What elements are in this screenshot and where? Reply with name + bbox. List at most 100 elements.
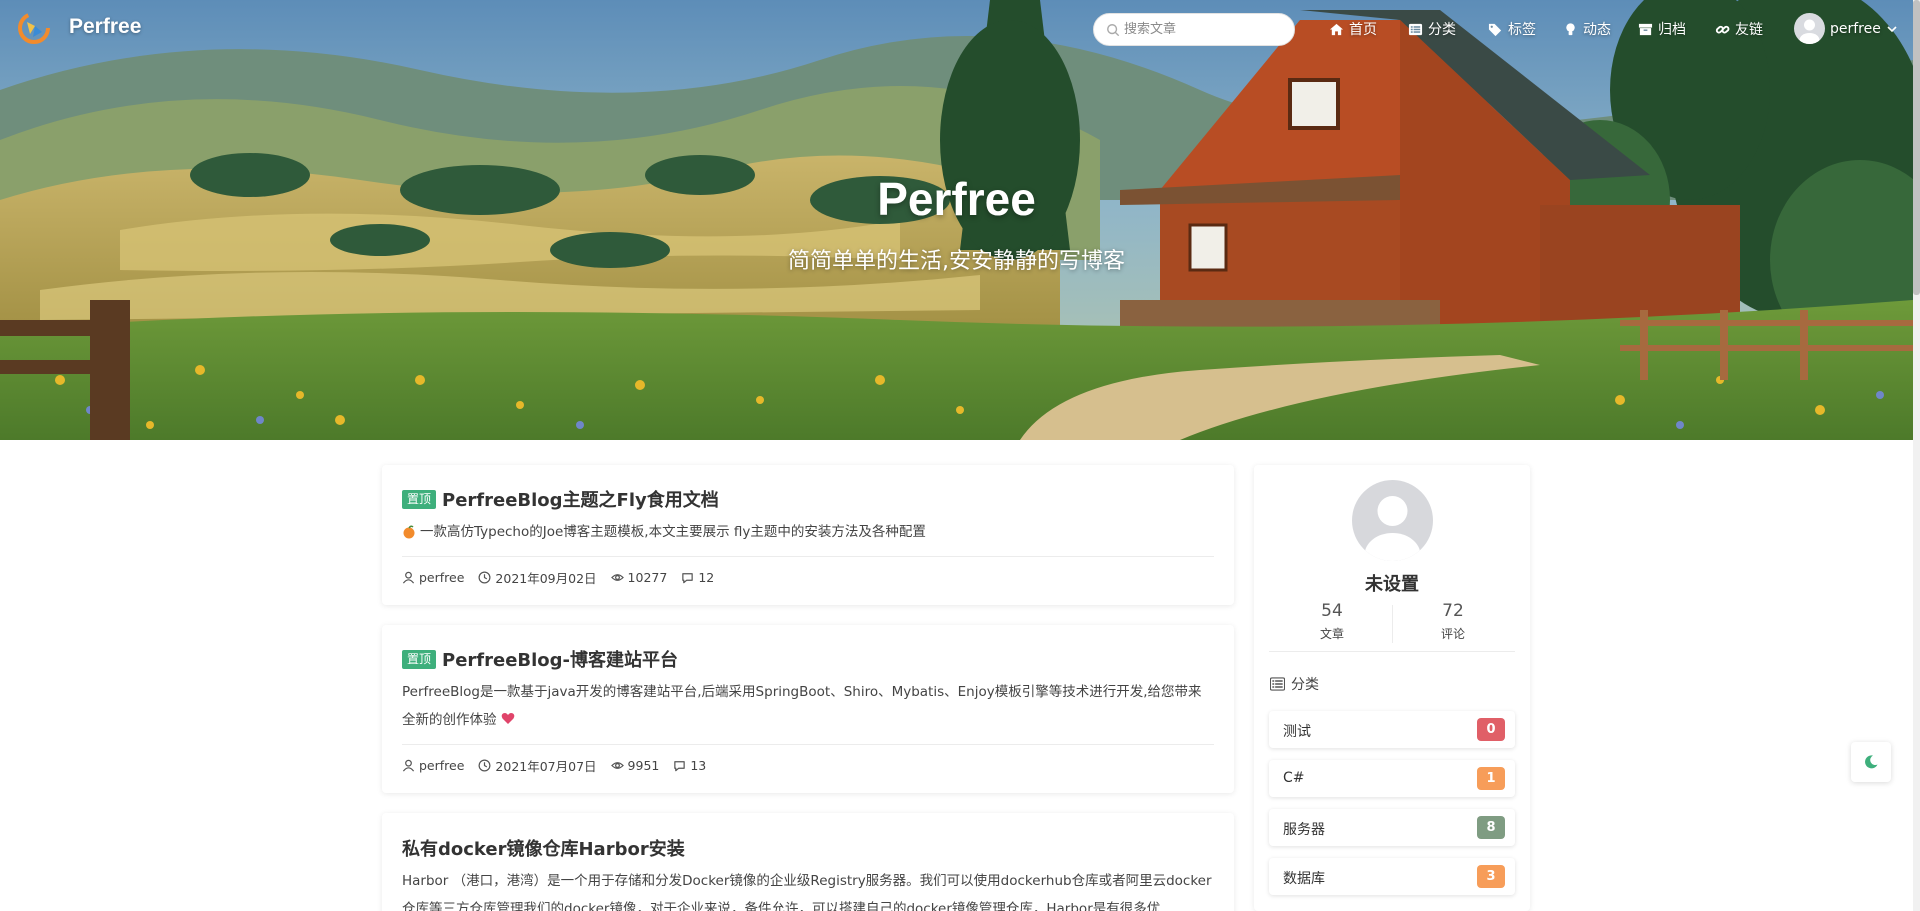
pinned-badge: 置顶 — [402, 489, 437, 509]
dark-mode-toggle-button[interactable] — [1851, 742, 1891, 782]
post-title-text: 私有docker镜像仓库Harbor安装 — [402, 839, 685, 860]
stat-value: 54 — [1321, 601, 1343, 621]
user-avatar-icon — [1799, 19, 1820, 44]
post-date-text: 2021年09月02日 — [495, 571, 597, 586]
user-icon — [402, 759, 415, 772]
home-icon — [1329, 23, 1344, 35]
eye-icon — [610, 762, 624, 769]
scrollbar-thumb[interactable] — [1913, 0, 1920, 295]
archive-icon — [1638, 23, 1653, 35]
perfree-logo-icon[interactable] — [18, 12, 50, 44]
post-meta: perfree 2021年09月02日 10277 12 — [402, 568, 714, 587]
category-item[interactable]: 测试 0 — [1269, 711, 1515, 748]
nav-item-label: 首页 — [1349, 22, 1377, 38]
category-heading: 分类 — [1270, 674, 1319, 694]
post-card[interactable]: 置顶 PerfreeBlog主题之Fly食用文档 一款高仿Typecho的Joe… — [382, 465, 1234, 605]
nav-item-moments[interactable]: 动态 — [1563, 20, 1611, 38]
nav-item-label: 分类 — [1428, 22, 1456, 38]
post-excerpt: 一款高仿Typecho的Joe博客主题模板,本文主要展示 fly主题中的安装方法… — [402, 518, 1214, 546]
category-item[interactable]: C# 1 — [1269, 760, 1515, 797]
post-comments-text: 12 — [698, 570, 715, 585]
nav-item-category[interactable]: 分类 — [1408, 20, 1456, 38]
avatar — [1794, 13, 1825, 44]
post-author[interactable]: perfree — [402, 570, 464, 585]
category-label: 数据库 — [1283, 871, 1325, 887]
pinned-badge: 置顶 — [402, 649, 437, 669]
post-date: 2021年07月07日 — [478, 756, 597, 775]
post-author[interactable]: perfree — [402, 758, 464, 773]
bulb-icon — [1566, 22, 1575, 35]
category-label: 测试 — [1283, 724, 1311, 740]
post-title-text: PerfreeBlog主题之Fly食用文档 — [442, 490, 719, 511]
link-icon — [1715, 25, 1730, 33]
eye-icon — [610, 574, 624, 581]
list-icon — [1408, 23, 1423, 35]
moon-icon — [1865, 755, 1878, 769]
post-excerpt-text: 一款高仿Typecho的Joe博客主题模板,本文主要展示 fly主题中的安装方法… — [420, 524, 926, 540]
post-excerpt-text: Harbor （港口，港湾）是一个用于存储和分发Docker镜像的企业级Regi… — [402, 873, 1212, 911]
page-scrollbar[interactable] — [1913, 0, 1920, 911]
hero-subtitle: 简简单单的生活,安安静静的写博客 — [788, 249, 1125, 274]
post-divider — [402, 744, 1214, 745]
stat-articles[interactable]: 54 文章 — [1272, 601, 1392, 642]
search-icon — [1107, 24, 1120, 37]
nav-item-label: 动态 — [1583, 22, 1611, 38]
post-title[interactable]: 置顶 PerfreeBlog主题之Fly食用文档 — [402, 486, 719, 512]
category-count-badge: 3 — [1477, 865, 1505, 888]
comment-icon — [674, 761, 686, 772]
post-divider — [402, 556, 1214, 557]
nav-item-label: 归档 — [1658, 22, 1686, 38]
post-views: 9951 — [610, 758, 660, 773]
post-views-text: 10277 — [627, 570, 668, 585]
tangerine-emoji-icon — [403, 525, 415, 539]
nav-item-label: 友链 — [1735, 22, 1763, 38]
search-input[interactable] — [1124, 14, 1289, 45]
category-item[interactable]: 服务器 8 — [1269, 809, 1515, 846]
post-excerpt: PerfreeBlog是一款基于java开发的博客建站平台,后端采用Spring… — [402, 678, 1214, 734]
comment-icon — [682, 573, 694, 584]
nav-item-links[interactable]: 友链 — [1715, 20, 1763, 38]
search-box[interactable] — [1093, 13, 1295, 46]
post-title-text: PerfreeBlog-博客建站平台 — [442, 650, 679, 671]
stat-value: 72 — [1442, 601, 1464, 621]
default-avatar-icon — [1364, 496, 1421, 561]
brand-name[interactable]: Perfree — [69, 15, 141, 39]
user-menu[interactable]: perfree — [1794, 13, 1898, 44]
nav-item-home[interactable]: 首页 — [1329, 20, 1377, 38]
post-card[interactable]: 置顶 PerfreeBlog-博客建站平台 PerfreeBlog是一款基于ja… — [382, 625, 1234, 793]
sidebar-divider — [1269, 651, 1515, 652]
clock-icon — [478, 759, 491, 772]
user-icon — [402, 571, 415, 584]
post-author-text: perfree — [419, 570, 465, 585]
user-name: perfree — [1830, 20, 1881, 37]
category-label: 服务器 — [1283, 822, 1325, 838]
nav-item-tags[interactable]: 标签 — [1488, 20, 1536, 38]
category-item[interactable]: 数据库 3 — [1269, 858, 1515, 895]
post-comments[interactable]: 12 — [681, 570, 714, 585]
stat-comments[interactable]: 72 评论 — [1393, 601, 1513, 642]
category-label: C# — [1283, 770, 1305, 786]
hero-title: Perfree — [877, 173, 1036, 225]
stat-label: 评论 — [1440, 627, 1465, 641]
nav-item-archive[interactable]: 归档 — [1638, 20, 1686, 38]
clock-icon — [478, 571, 491, 584]
tags-icon — [1488, 23, 1502, 36]
post-date: 2021年09月02日 — [478, 568, 597, 587]
sidebar-profile-card: 未设置 54 文章 72 评论 分类 测试 0 C# 1 服务器 8 数据库 3 — [1254, 465, 1530, 911]
post-author-text: perfree — [419, 758, 465, 773]
post-views: 10277 — [610, 570, 668, 585]
category-heading-text: 分类 — [1291, 677, 1319, 693]
post-title[interactable]: 置顶 PerfreeBlog-博客建站平台 — [402, 646, 678, 672]
nav-item-label: 标签 — [1508, 22, 1536, 38]
avatar[interactable] — [1352, 480, 1433, 561]
category-count-badge: 0 — [1477, 718, 1505, 741]
post-title[interactable]: 私有docker镜像仓库Harbor安装 — [402, 835, 685, 861]
hero-banner: Perfree 简简单单的生活,安安静静的写博客 — [0, 0, 1913, 440]
post-card[interactable]: 私有docker镜像仓库Harbor安装 Harbor （港口，港湾）是一个用于… — [382, 813, 1234, 911]
heart-emoji-icon — [501, 712, 515, 724]
category-count-badge: 8 — [1477, 816, 1505, 839]
post-excerpt-text: PerfreeBlog是一款基于java开发的博客建站平台,后端采用Spring… — [402, 684, 1202, 728]
post-comments[interactable]: 13 — [673, 758, 706, 773]
post-views-text: 9951 — [627, 758, 660, 773]
stat-label: 文章 — [1319, 627, 1344, 641]
